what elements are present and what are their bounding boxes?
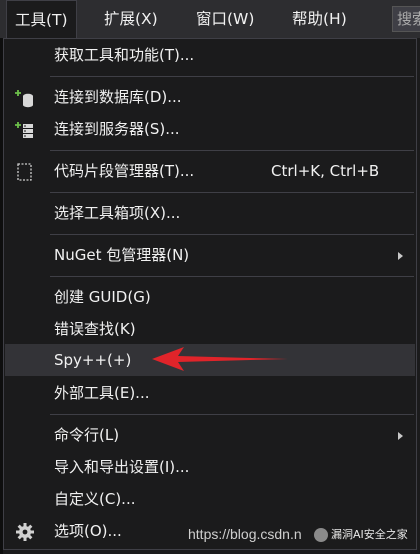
- menu-item-get-tools[interactable]: 获取工具和功能(T)...: [5, 39, 415, 71]
- menu-separator: [50, 150, 414, 151]
- menu-item-label: Spy++(+): [54, 351, 132, 369]
- menu-item-snippet-manager[interactable]: 代码片段管理器(T)... Ctrl+K, Ctrl+B: [5, 155, 415, 187]
- watermark-url: https://blog.csdn.n: [188, 526, 302, 542]
- menu-item-label: 创建 GUID(G): [54, 288, 151, 306]
- menu-item-create-guid[interactable]: 创建 GUID(G): [5, 281, 415, 313]
- menu-separator: [50, 192, 414, 193]
- menu-item-label: 获取工具和功能(T)...: [54, 46, 195, 64]
- menu-separator: [50, 76, 414, 77]
- menu-item-shortcut: Ctrl+K, Ctrl+B: [271, 162, 380, 180]
- menu-item-label: 连接到服务器(S)...: [54, 120, 180, 138]
- menu-extensions[interactable]: 扩展(X): [96, 0, 166, 38]
- menu-item-error-lookup[interactable]: 错误查找(K): [5, 313, 415, 345]
- menu-item-external-tools[interactable]: 外部工具(E)...: [5, 377, 415, 409]
- menu-item-choose-toolbox[interactable]: 选择工具箱项(X)...: [5, 197, 415, 229]
- menu-item-import-export[interactable]: 导入和导出设置(I)...: [5, 451, 415, 483]
- watermark-badge-text: 漏洞AI安全之家: [331, 528, 408, 541]
- snippet-icon: [15, 161, 35, 181]
- menu-item-label: 导入和导出设置(I)...: [54, 458, 190, 476]
- wechat-icon: [314, 528, 328, 542]
- menu-item-label: 代码片段管理器(T)...: [54, 162, 195, 180]
- menu-item-label: 选项(O)...: [54, 522, 122, 540]
- menu-window[interactable]: 窗口(W): [188, 0, 262, 38]
- menu-item-label: NuGet 包管理器(N): [54, 246, 190, 264]
- menu-item-label: 选择工具箱项(X)...: [54, 204, 181, 222]
- menu-item-connect-database[interactable]: 连接到数据库(D)...: [5, 81, 415, 113]
- menu-separator: [50, 414, 414, 415]
- menu-item-label: 自定义(C)...: [54, 490, 136, 508]
- menu-bar: 工具(T) 扩展(X) 窗口(W) 帮助(H) 搜索: [0, 0, 420, 40]
- menu-help[interactable]: 帮助(H): [284, 0, 355, 38]
- submenu-arrow-icon: [398, 252, 403, 260]
- menu-item-label: 命令行(L): [54, 426, 120, 444]
- server-connect-icon: [15, 119, 35, 139]
- menu-item-command-line[interactable]: 命令行(L): [5, 419, 415, 451]
- menu-item-label: 错误查找(K): [54, 320, 136, 338]
- annotation-arrow-icon: [152, 347, 288, 371]
- watermark-badge: 漏洞AI安全之家: [314, 524, 418, 546]
- menu-item-label: 外部工具(E)...: [54, 384, 150, 402]
- database-connect-icon: [15, 87, 35, 108]
- search-input[interactable]: 搜索: [392, 6, 420, 32]
- menu-item-label: 连接到数据库(D)...: [54, 88, 182, 106]
- gear-icon: [15, 521, 35, 541]
- menu-item-nuget[interactable]: NuGet 包管理器(N): [5, 239, 415, 271]
- tools-dropdown-menu: 获取工具和功能(T)... 连接到数据库(D)... 连接到服务器(S)... …: [3, 38, 417, 550]
- menu-tools[interactable]: 工具(T): [6, 0, 77, 40]
- menu-item-connect-server[interactable]: 连接到服务器(S)...: [5, 113, 415, 145]
- menu-separator: [50, 276, 414, 277]
- submenu-arrow-icon: [398, 432, 403, 440]
- menu-separator: [50, 234, 414, 235]
- menu-item-customize[interactable]: 自定义(C)...: [5, 483, 415, 515]
